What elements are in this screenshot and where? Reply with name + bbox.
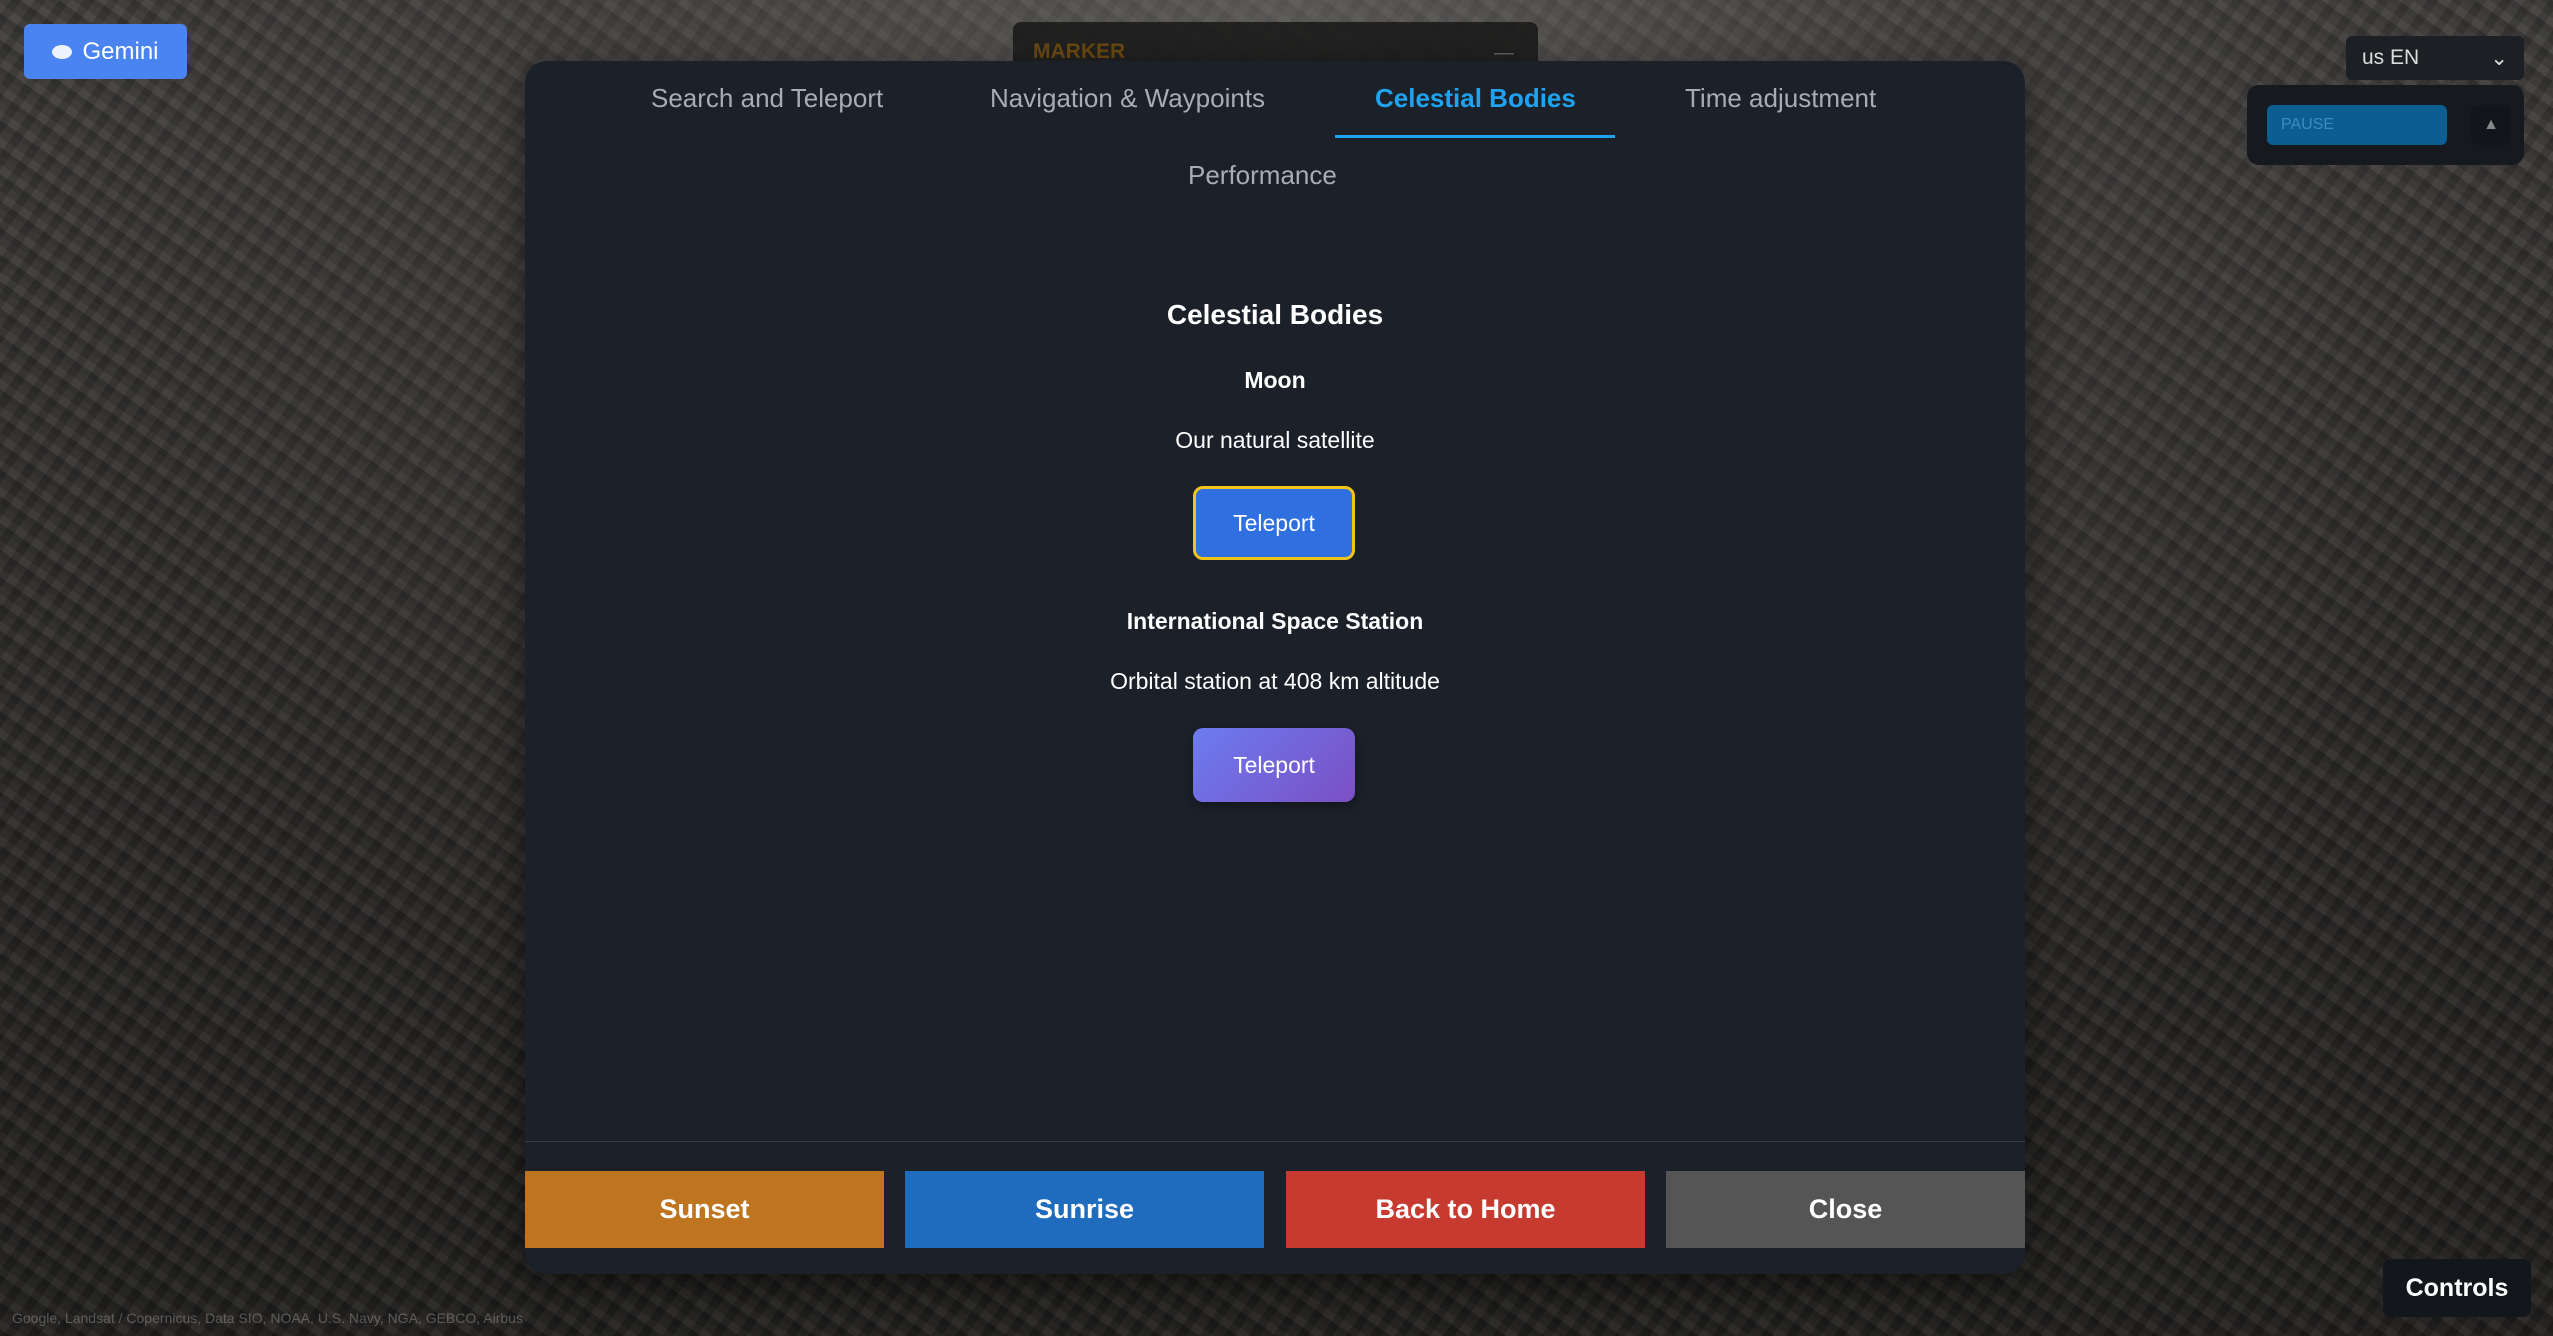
- body-name-moon: Moon: [1244, 367, 1306, 393]
- body-name-iss: International Space Station: [1126, 608, 1424, 634]
- section-title: Celestial Bodies: [1166, 299, 1384, 330]
- active-tab-indicator: [1335, 135, 1615, 138]
- tab-time-adjustment[interactable]: Time adjustment: [1685, 83, 1876, 114]
- tab-performance[interactable]: Performance: [1188, 160, 1337, 191]
- language-select[interactable]: us EN ⌄: [2346, 36, 2524, 80]
- speaker-icon[interactable]: ▲: [2471, 105, 2511, 145]
- back-to-home-button[interactable]: Back to Home: [1286, 1171, 1645, 1248]
- body-description-moon: Our natural satellite: [1175, 427, 1375, 453]
- close-button[interactable]: Close: [1666, 1171, 2025, 1248]
- tab-navigation-waypoints[interactable]: Navigation & Waypoints: [990, 83, 1265, 114]
- chat-bubble-icon: [52, 44, 73, 59]
- tab-celestial-bodies[interactable]: Celestial Bodies: [1375, 83, 1576, 114]
- teleport-moon-button[interactable]: Teleport: [1193, 486, 1355, 560]
- controls-button[interactable]: Controls: [2383, 1259, 2531, 1317]
- tab-search-and-teleport[interactable]: Search and Teleport: [651, 83, 883, 114]
- sunset-button[interactable]: Sunset: [525, 1171, 884, 1248]
- teleport-iss-button[interactable]: Teleport: [1193, 728, 1355, 802]
- chevron-down-icon: ⌄: [2490, 46, 2508, 70]
- map-attribution: Google, Landsat / Copernicus, Data SIO, …: [12, 1310, 523, 1326]
- sunrise-button[interactable]: Sunrise: [905, 1171, 1264, 1248]
- tab-bar: Search and Teleport Navigation & Waypoin…: [525, 61, 2025, 211]
- celestial-modal: Search and Teleport Navigation & Waypoin…: [525, 61, 2025, 1274]
- gemini-label: Gemini: [82, 37, 159, 65]
- pause-panel: PAUSE ▲: [2247, 85, 2524, 165]
- body-description-iss: Orbital station at 408 km altitude: [1110, 668, 1440, 694]
- language-value: us EN: [2362, 46, 2420, 69]
- footer-divider: [525, 1141, 2025, 1142]
- gemini-button[interactable]: Gemini: [24, 24, 187, 79]
- pause-button[interactable]: PAUSE: [2267, 105, 2447, 145]
